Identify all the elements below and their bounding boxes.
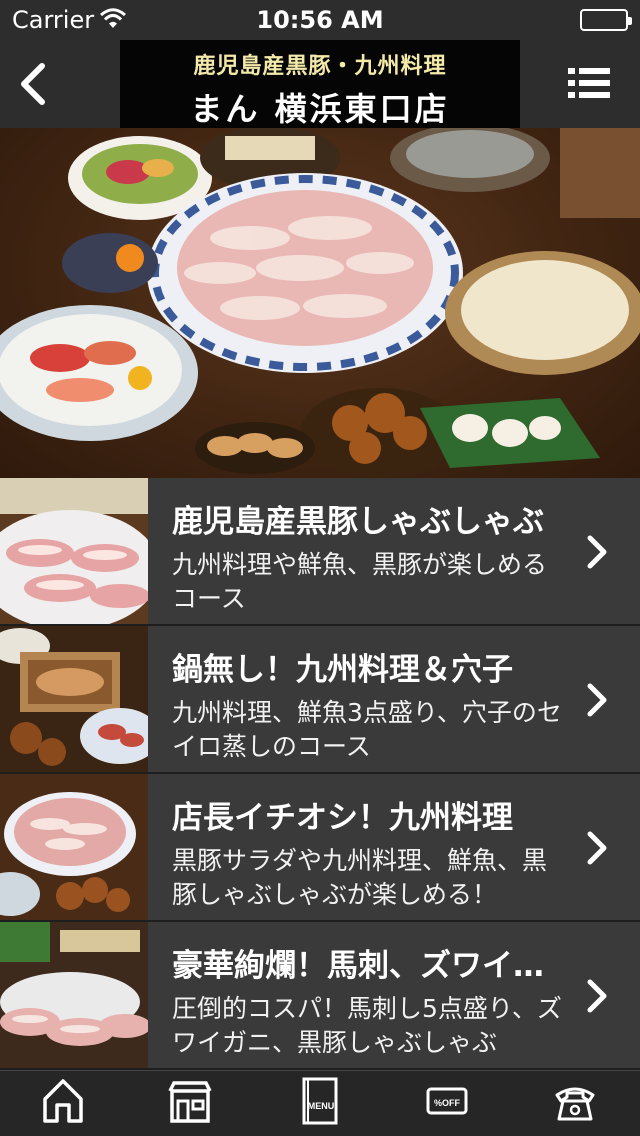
svg-text:%OFF: %OFF	[434, 1098, 461, 1108]
course-title: 店長イチオシ！九州料理	[172, 800, 513, 836]
battery-icon	[580, 9, 632, 31]
chevron-right-icon	[587, 535, 607, 569]
wifi-icon	[100, 8, 126, 30]
carrier-label: Carrier	[12, 6, 95, 34]
course-item[interactable]: 鍋無し！九州料理＆穴子 九州料理、鮮魚3点盛り、穴子のセイロ蒸しのコース	[0, 626, 640, 774]
logo-subtitle: 鹿児島産黒豚・九州料理	[193, 53, 447, 79]
course-item[interactable]: 店長イチオシ！九州料理 黒豚サラダや九州料理、鮮魚、黒豚しゃぶしゃぶが楽しめる！	[0, 774, 640, 922]
course-title: 鹿児島産黒豚しゃぶしゃぶ	[172, 504, 544, 540]
course-item[interactable]: 鹿児島産黒豚しゃぶしゃぶ 九州料理や鮮魚、黒豚が楽しめるコース	[0, 478, 640, 626]
hero-image	[0, 128, 640, 478]
svg-text:MENU: MENU	[308, 1101, 335, 1111]
tab-coupon[interactable]: %OFF	[417, 1075, 477, 1133]
chevron-right-icon	[587, 979, 607, 1013]
home-icon	[43, 1079, 83, 1123]
coupon-icon: %OFF	[426, 1087, 468, 1115]
menu-book-icon: MENU	[302, 1077, 338, 1125]
course-thumbnail	[0, 774, 148, 920]
course-description: 黒豚サラダや九州料理、鮮魚、黒豚しゃぶしゃぶが楽しめる！	[172, 846, 548, 909]
tab-home[interactable]	[33, 1075, 93, 1133]
course-thumbnail	[0, 626, 148, 772]
course-list: 鹿児島産黒豚しゃぶしゃぶ 九州料理や鮮魚、黒豚が楽しめるコース 鍋無し！九州料理…	[0, 478, 640, 1070]
tab-phone[interactable]	[545, 1075, 605, 1133]
logo-shop-name: まん 横浜東口店	[190, 90, 450, 128]
list-icon	[568, 68, 610, 98]
chevron-right-icon	[587, 683, 607, 717]
course-thumbnail	[0, 478, 148, 624]
tab-menu[interactable]: MENU	[290, 1075, 350, 1133]
course-title: 鍋無し！九州料理＆穴子	[172, 652, 513, 688]
chevron-right-icon	[587, 831, 607, 865]
course-thumbnail	[0, 922, 148, 1068]
phone-icon	[555, 1087, 595, 1121]
chevron-left-icon	[21, 63, 45, 105]
status-bar: Carrier 10:56 AM	[0, 0, 640, 40]
course-description: 九州料理や鮮魚、黒豚が楽しめるコース	[172, 550, 548, 613]
shop-logo: 鹿児島産黒豚・九州料理 まん 横浜東口店	[120, 40, 520, 128]
course-description: 圧倒的コスパ！馬刺し5点盛り、ズワイガニ、黒豚しゃぶしゃぶ	[172, 994, 562, 1057]
status-time: 10:56 AM	[256, 6, 384, 34]
menu-button[interactable]	[568, 66, 610, 100]
back-button[interactable]	[8, 54, 68, 114]
nav-bar: 鹿児島産黒豚・九州料理 まん 横浜東口店	[0, 40, 640, 128]
course-description: 九州料理、鮮魚3点盛り、穴子のセイロ蒸しのコース	[172, 698, 562, 761]
tab-shop[interactable]	[160, 1075, 220, 1133]
shop-icon	[168, 1081, 212, 1123]
course-title: 豪華絢爛！馬刺、ズワイガニ	[172, 948, 552, 984]
tab-bar: MENU %OFF	[0, 1070, 640, 1136]
course-item[interactable]: 豪華絢爛！馬刺、ズワイガニ 圧倒的コスパ！馬刺し5点盛り、ズワイガニ、黒豚しゃぶ…	[0, 922, 640, 1070]
